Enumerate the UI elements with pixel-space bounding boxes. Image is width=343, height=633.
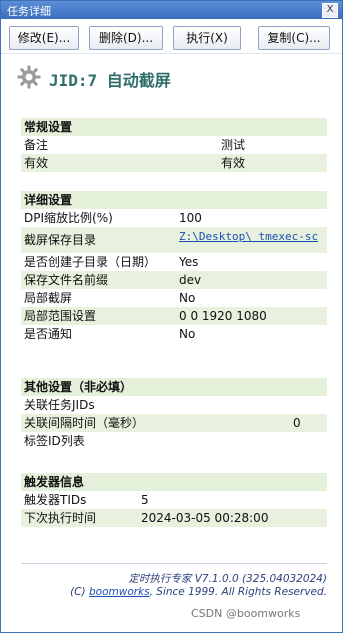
row-key: 有效 (24, 156, 49, 170)
toolbar: 修改(E)... 删除(D)... 执行(X) 复制(C)... (1, 19, 342, 54)
row-key: 关联任务JIDs (24, 398, 95, 412)
execute-button[interactable]: 执行(X) (173, 26, 241, 50)
row-value: 有效 (221, 156, 246, 170)
section-title: 触发器信息 (21, 473, 327, 491)
table-row: 下次执行时间 2024-03-05 00:28:00 (21, 509, 327, 527)
copy-button[interactable]: 复制(C)... (258, 26, 330, 50)
delete-button[interactable]: 删除(D)... (89, 26, 163, 50)
copyright-prefix: (C) (70, 586, 86, 598)
general-settings-section: 常规设置 备注 测试 有效 有效 (21, 118, 327, 172)
task-header: JID:7 自动截屏 (17, 63, 327, 91)
row-key: 备注 (24, 138, 49, 152)
row-value: 0 (293, 416, 301, 430)
row-key: 局部截屏 (24, 291, 73, 305)
table-row: 是否通知 No (21, 325, 327, 343)
row-value: 5 (141, 493, 149, 507)
copyright-suffix: , Since 1999. All Rights Reserved. (149, 586, 327, 598)
row-value: Yes (179, 255, 199, 269)
trigger-info-section: 触发器信息 触发器TIDs 5 下次执行时间 2024-03-05 00:28:… (21, 473, 327, 527)
version-text: 定时执行专家 V7.1.0.0 (325.04032024) (128, 573, 327, 585)
task-detail-window: 任务详细 X 修改(E)... 删除(D)... 执行(X) 复制(C)... … (0, 0, 343, 633)
table-row: 局部范围设置 0 0 1920 1080 (21, 307, 327, 325)
table-row: 截屏保存目录 Z:\Desktop\ tmexec-sc (21, 227, 327, 253)
section-title: 其他设置（非必填） (21, 378, 327, 396)
row-key: 下次执行时间 (24, 511, 97, 525)
window-title: 任务详细 (7, 5, 51, 18)
gear-icon (17, 65, 41, 89)
row-key: 是否通知 (24, 327, 73, 341)
row-value: 测试 (221, 138, 246, 152)
row-value: No (179, 291, 196, 305)
footer-divider (21, 563, 327, 564)
footer: 定时执行专家 V7.1.0.0 (325.04032024) (C) boomw… (21, 563, 327, 601)
table-row: 关联任务JIDs (21, 396, 327, 414)
row-key: 截屏保存目录 (24, 233, 97, 247)
row-value: No (179, 327, 196, 341)
table-row: 局部截屏 No (21, 289, 327, 307)
table-row: 标签ID列表 (21, 432, 327, 450)
table-row: 备注 测试 (21, 136, 327, 154)
table-row: 是否创建子目录（日期） Yes (21, 253, 327, 271)
row-value: 2024-03-05 00:28:00 (141, 511, 269, 525)
company-link[interactable]: boomworks (89, 586, 150, 598)
section-title: 详细设置 (21, 191, 327, 209)
task-title: JID:7 自动截屏 (49, 71, 171, 90)
row-key: 标签ID列表 (24, 434, 85, 448)
row-key: 局部范围设置 (24, 309, 97, 323)
row-key: 触发器TIDs (24, 493, 87, 507)
close-button[interactable]: X (322, 3, 338, 18)
row-key: DPI缩放比例(%) (24, 211, 113, 225)
table-row: 保存文件名前缀 dev (21, 271, 327, 289)
modify-button[interactable]: 修改(E)... (9, 26, 79, 50)
row-value: 0 0 1920 1080 (179, 309, 267, 323)
other-settings-section: 其他设置（非必填） 关联任务JIDs 关联间隔时间（毫秒） 0 标签ID列表 (21, 378, 327, 450)
row-key: 关联间隔时间（毫秒） (24, 416, 145, 430)
watermark: CSDN @boomworks (191, 607, 301, 620)
row-value: dev (179, 273, 202, 287)
copyright-text: (C) boomworks, Since 1999. All Rights Re… (21, 586, 327, 601)
section-title: 常规设置 (21, 118, 327, 136)
table-row: 触发器TIDs 5 (21, 491, 327, 509)
row-key: 保存文件名前缀 (24, 273, 109, 287)
detail-settings-section: 详细设置 DPI缩放比例(%) 100 截屏保存目录 Z:\Desktop\ t… (21, 191, 327, 343)
table-row: 关联间隔时间（毫秒） 0 (21, 414, 327, 432)
row-key: 是否创建子目录（日期） (24, 255, 157, 269)
title-bar[interactable]: 任务详细 X (1, 1, 342, 19)
table-row: 有效 有效 (21, 154, 327, 172)
save-directory-link[interactable]: Z:\Desktop\ tmexec-sc (179, 224, 318, 250)
